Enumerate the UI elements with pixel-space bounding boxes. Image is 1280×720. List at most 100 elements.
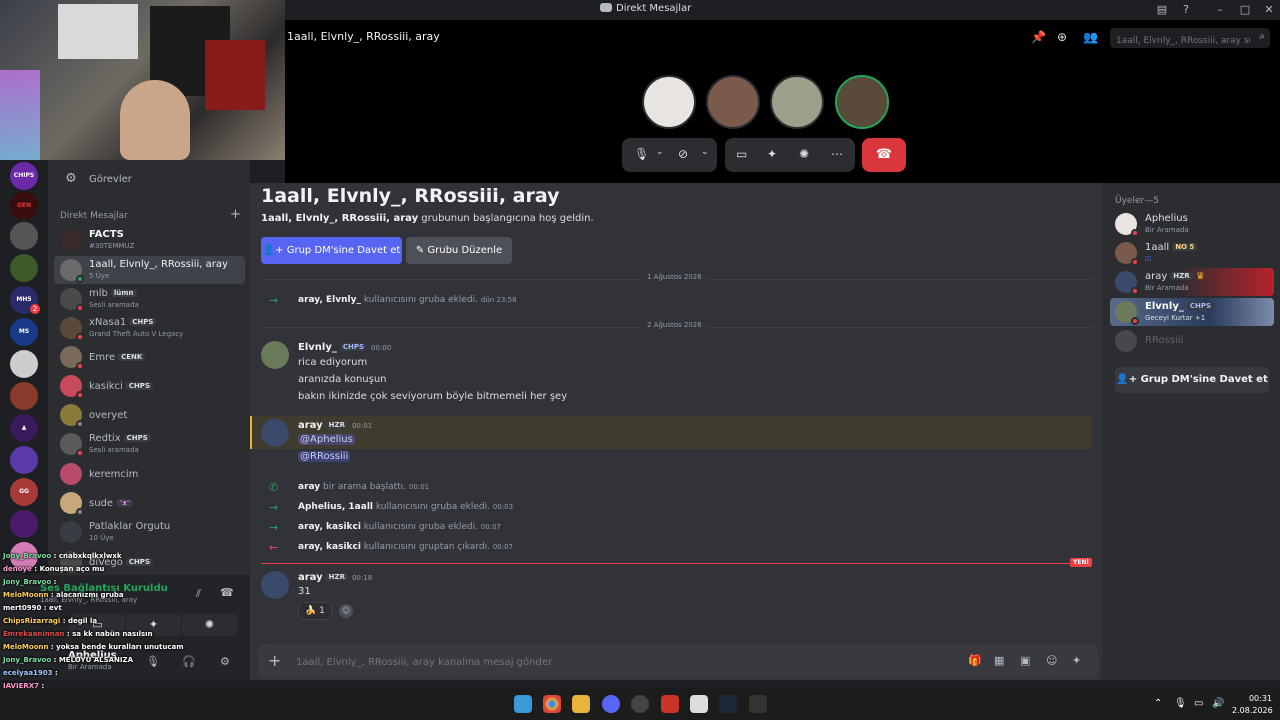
server-icon[interactable]	[10, 446, 38, 474]
steam-icon[interactable]	[719, 695, 737, 713]
clock[interactable]: 00:31 2.08.2026	[1232, 693, 1273, 717]
status-dot	[76, 508, 84, 516]
tray-expand-icon[interactable]: ⌃	[1154, 698, 1162, 709]
members-icon[interactable]: 👥	[1083, 30, 1098, 44]
chevron-down-icon[interactable]: ⌄	[656, 147, 664, 157]
dm-item-redtix[interactable]: Redtix CHPS Sesli aramada	[54, 430, 245, 458]
microphone-icon[interactable]: 🎙	[1174, 698, 1187, 709]
server-icon[interactable]: GEN	[10, 192, 38, 220]
apps-icon[interactable]: ✦	[1072, 654, 1081, 667]
search-box[interactable]: ⌕	[1110, 28, 1270, 51]
mention-aphelius[interactable]: @Aphelius	[298, 434, 355, 445]
camera-off-icon[interactable]: ⊘	[678, 147, 688, 161]
inbox-icon[interactable]: ▤	[1155, 3, 1169, 17]
participant-avatar[interactable]	[835, 75, 889, 129]
server-icon[interactable]	[10, 254, 38, 282]
epic-games-icon[interactable]	[749, 695, 767, 713]
add-friend-icon[interactable]: ⊕	[1057, 30, 1067, 44]
microphone-icon[interactable]: 🎙	[146, 655, 160, 668]
microphone-icon[interactable]: 🎙	[634, 147, 649, 161]
soundboard-icon[interactable]: ✺	[799, 147, 809, 161]
add-reaction-icon[interactable]: ☺	[339, 604, 353, 618]
member-item[interactable]: 1aall NO 5 ☑	[1110, 239, 1274, 267]
participant-avatar[interactable]	[642, 75, 696, 129]
member-list-title: Üyeler—5	[1115, 196, 1159, 206]
server-icon[interactable]: ▲	[10, 414, 38, 442]
server-icon[interactable]: GG	[10, 478, 38, 506]
dm-section-title: Direkt Mesajlar	[60, 211, 128, 221]
avatar	[1115, 330, 1137, 352]
quests-item[interactable]: ⚙ Görevler	[54, 165, 245, 193]
dm-item-patlaklar[interactable]: Patlaklar Orgutu 10 Üye	[54, 518, 245, 546]
discord-icon[interactable]	[602, 695, 620, 713]
gif-icon[interactable]: ▦	[994, 654, 1004, 667]
screen-share-icon[interactable]: ▭	[736, 147, 747, 161]
message-input[interactable]	[296, 653, 896, 671]
system-message: Aphelius, 1aall kullanıcısını gruba ekle…	[298, 502, 514, 512]
dm-item-divego[interactable]: diVego CHPS	[54, 548, 245, 576]
obs-icon[interactable]	[631, 695, 649, 713]
emoji-icon[interactable]: ☺	[1046, 654, 1057, 667]
app-icon[interactable]	[690, 695, 708, 713]
dm-item-mlb[interactable]: mlb lümn Sesli aramada	[54, 285, 245, 313]
pin-icon[interactable]: 📌	[1031, 30, 1046, 44]
maximize-icon[interactable]: □	[1238, 3, 1252, 17]
settings-gear-icon[interactable]: ⚙	[220, 655, 230, 668]
voice-channel-name[interactable]: 1aall, Elvnly_, RRossiii, aray	[40, 596, 137, 604]
server-icon[interactable]	[10, 222, 38, 250]
member-item[interactable]: RRossiii	[1110, 327, 1274, 355]
chrome-icon[interactable]	[543, 695, 561, 713]
volume-icon[interactable]: 🔊	[1212, 698, 1224, 709]
chevron-down-icon[interactable]: ⌄	[701, 147, 709, 157]
file-explorer-icon[interactable]	[572, 695, 590, 713]
attach-plus-icon[interactable]: +	[268, 651, 281, 670]
disconnect-icon[interactable]: ☎	[220, 586, 234, 599]
edit-group-button[interactable]: ✎ Grubu Düzenle	[406, 237, 512, 264]
avatar[interactable]	[261, 571, 289, 599]
participant-avatar[interactable]	[706, 75, 760, 129]
app-icon[interactable]	[661, 695, 679, 713]
help-icon[interactable]: ?	[1179, 3, 1193, 17]
activity-button[interactable]: ✦	[126, 614, 181, 636]
noise-suppression-icon[interactable]: ⫽	[196, 587, 201, 601]
avatar[interactable]	[261, 341, 289, 369]
member-item[interactable]: aray HZR ♛ Bir Aramada	[1110, 268, 1274, 296]
search-input[interactable]	[1110, 31, 1250, 51]
member-item[interactable]: Aphelius Bir Aramada	[1110, 210, 1274, 238]
invite-to-group-button[interactable]: 👤+ Grup DM'sine Davet et	[261, 237, 402, 264]
server-icon[interactable]	[10, 542, 38, 570]
close-icon[interactable]: ✕	[1262, 3, 1276, 17]
dm-item-keremcim[interactable]: keremcim	[54, 460, 245, 488]
dm-item-sude[interactable]: sude ᵔᴥᵔ	[54, 489, 245, 517]
more-icon[interactable]: ⋯	[831, 147, 843, 161]
dm-item-group[interactable]: 1aall, Elvnly_, RRossiii, aray 5 Üye	[54, 256, 245, 284]
display-icon[interactable]: ▭	[1194, 698, 1203, 709]
mention-rrossiii[interactable]: @RRossiii	[298, 451, 351, 462]
dm-item-xnasa1[interactable]: xNasa1 CHPS Grand Theft Auto V Legacy	[54, 314, 245, 342]
minimize-icon[interactable]: –	[1213, 3, 1227, 17]
screen-share-button[interactable]: ▭	[70, 614, 125, 636]
dm-item-kasikci[interactable]: kasikci CHPS	[54, 372, 245, 400]
hang-up-button[interactable]: ☎	[862, 138, 906, 172]
dm-item-overyet[interactable]: overyet	[54, 401, 245, 429]
new-dm-plus-icon[interactable]: +	[230, 207, 241, 222]
server-icon[interactable]	[10, 350, 38, 378]
participant-avatar[interactable]	[770, 75, 824, 129]
server-icon[interactable]	[10, 382, 38, 410]
member-item[interactable]: Elvnly_ CHPS Geceyi Kurtar +1	[1110, 298, 1274, 326]
gift-icon[interactable]: 🎁	[968, 654, 982, 667]
reaction-chip[interactable]: 🍌 1	[298, 602, 332, 620]
member-invite-button[interactable]: 👤+ Grup DM'sine Davet et	[1115, 367, 1269, 393]
avatar[interactable]	[261, 419, 289, 447]
server-icon[interactable]: CHIPS	[10, 162, 38, 190]
windows-start-icon[interactable]	[514, 695, 532, 713]
dm-item-facts[interactable]: FACTS #30TEMMUZ	[54, 226, 245, 254]
server-icon[interactable]	[10, 510, 38, 538]
server-icon[interactable]: MS	[10, 318, 38, 346]
soundboard-button[interactable]: ✺	[182, 614, 237, 636]
dm-item-emre[interactable]: Emre CENK	[54, 343, 245, 371]
headphones-icon[interactable]: 🎧	[182, 655, 196, 668]
activity-icon[interactable]: ✦	[767, 147, 777, 161]
sticker-icon[interactable]: ▣	[1020, 654, 1030, 667]
message-author: Elvnly_ CHPS 00:00	[298, 342, 392, 353]
